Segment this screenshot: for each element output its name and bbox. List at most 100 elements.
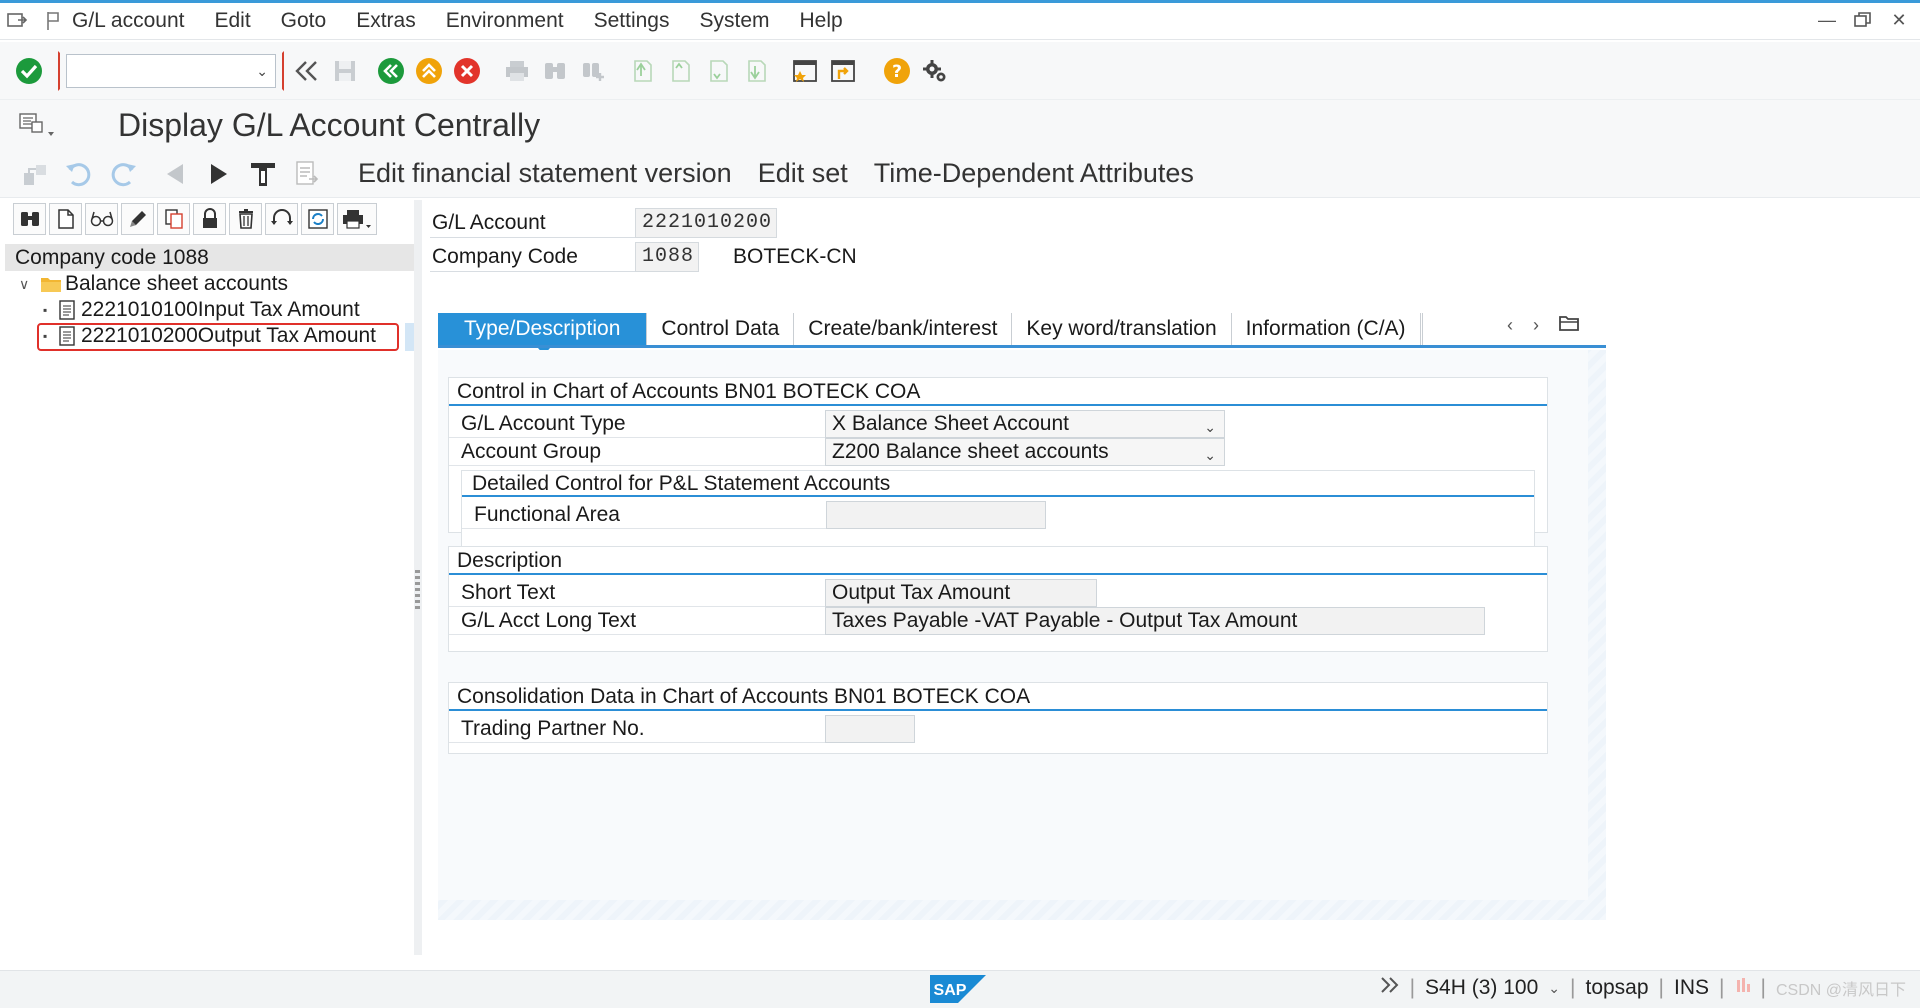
minimize-icon[interactable]: — [1816, 9, 1838, 31]
tree-item-output-tax[interactable]: ▪ 2221010200Output Tax Amount [5, 323, 415, 351]
functional-area-row: Functional Area [462, 501, 1534, 529]
pl-control-subgroup: Detailed Control for P&L Statement Accou… [461, 470, 1535, 558]
account-type-select[interactable]: X Balance Sheet Account ⌄ [825, 410, 1225, 438]
selection-highlight [37, 323, 399, 351]
tab-content-panel: Control in Chart of Accounts BN01 BOTECK… [438, 350, 1588, 900]
gl-account-field[interactable]: 2221010200 [635, 208, 777, 238]
other-object-icon[interactable] [265, 203, 298, 235]
tab-content-area: Control in Chart of Accounts BN01 BOTECK… [438, 350, 1606, 920]
print-menu-icon[interactable] [337, 203, 377, 235]
edit-pencil-icon[interactable] [121, 203, 154, 235]
tab-information-ca[interactable]: Information (C/A) [1231, 313, 1423, 345]
pane-splitter[interactable] [414, 200, 422, 955]
company-code-header: Company code 1088 [5, 244, 414, 271]
cancel-icon[interactable] [450, 54, 484, 88]
short-text-label: Short Text [449, 579, 825, 607]
undo-icon[interactable] [60, 155, 98, 193]
splitter-grip[interactable] [415, 570, 420, 610]
chevron-down-icon[interactable]: ∨ [19, 276, 39, 293]
chevron-right-icon[interactable]: › [1533, 315, 1539, 336]
exit-icon[interactable] [412, 54, 446, 88]
copy-icon[interactable] [157, 203, 190, 235]
menu-system[interactable]: System [699, 9, 769, 33]
tree-item-input-tax[interactable]: ▪ 2221010100Input Tax Amount [5, 297, 414, 323]
lock-icon[interactable] [193, 203, 226, 235]
tree-item-label: 2221010100Input Tax Amount [81, 298, 360, 321]
print-icon[interactable] [500, 54, 534, 88]
menu-goto[interactable]: Goto [281, 9, 327, 33]
previous-page-icon[interactable] [662, 54, 696, 88]
display-glasses-icon[interactable] [85, 203, 118, 235]
tab-navigation: ‹ › [1507, 314, 1579, 337]
document-list-icon[interactable] [288, 155, 326, 193]
gl-account-label: G/L Account [430, 208, 635, 238]
menu-extras[interactable]: Extras [356, 9, 416, 33]
input-mode[interactable]: INS [1674, 976, 1709, 1000]
help-icon[interactable]: ? [880, 54, 914, 88]
chevron-down-icon[interactable]: ⌄ [256, 63, 268, 80]
new-document-icon[interactable] [49, 203, 82, 235]
next-arrow-icon[interactable] [200, 155, 238, 193]
control-group-title: Control in Chart of Accounts BN01 BOTECK… [449, 378, 1547, 406]
where-used-icon[interactable] [244, 155, 282, 193]
consolidation-group: Consolidation Data in Chart of Accounts … [448, 682, 1548, 754]
menu-gl-account[interactable]: G/L account [72, 9, 184, 33]
trading-partner-label: Trading Partner No. [449, 715, 825, 743]
last-page-icon[interactable] [738, 54, 772, 88]
previous-arrow-icon[interactable] [156, 155, 194, 193]
chevron-down-icon[interactable]: ⌄ [1204, 442, 1216, 468]
next-page-icon[interactable] [700, 54, 734, 88]
gl-account-row: G/L Account 2221010200 [430, 208, 777, 238]
new-session-icon[interactable] [788, 54, 822, 88]
tree-folder-balance-sheet[interactable]: ∨ Balance sheet accounts [5, 271, 414, 297]
menu-edit[interactable]: Edit [214, 9, 250, 33]
transaction-menu-icon[interactable] [16, 108, 60, 142]
redo-icon[interactable] [104, 155, 142, 193]
find-next-icon[interactable] [576, 54, 610, 88]
navigation-toolbar [5, 200, 414, 238]
tab-list-icon[interactable] [1559, 314, 1579, 337]
close-icon[interactable]: ✕ [1888, 9, 1910, 31]
menu-help[interactable]: Help [800, 9, 843, 33]
binoculars-icon[interactable] [13, 203, 46, 235]
restore-icon[interactable] [1852, 9, 1874, 31]
back-icon[interactable] [374, 54, 408, 88]
double-chevron-right-icon[interactable] [1380, 976, 1400, 1000]
edit-fs-version-button[interactable]: Edit financial statement version [358, 158, 732, 189]
system-info: S4H (3) 100 [1425, 976, 1539, 999]
command-field[interactable] [66, 53, 276, 88]
long-text-field[interactable]: Taxes Payable -VAT Payable - Output Tax … [825, 607, 1485, 635]
chevron-down-icon[interactable]: ⌄ [1204, 414, 1216, 440]
delete-icon[interactable] [229, 203, 262, 235]
tab-control-data[interactable]: Control Data [647, 313, 795, 345]
account-group-select[interactable]: Z200 Balance sheet accounts ⌄ [825, 438, 1225, 466]
refresh-icon[interactable] [301, 203, 334, 235]
gear-icon[interactable] [918, 54, 952, 88]
menu-settings[interactable]: Settings [594, 9, 670, 33]
document-icon [55, 299, 79, 321]
first-page-icon[interactable] [624, 54, 658, 88]
account-group-value: Z200 Balance sheet accounts [832, 440, 1109, 463]
time-dependent-attributes-button[interactable]: Time-Dependent Attributes [874, 158, 1194, 189]
short-text-field[interactable]: Output Tax Amount [825, 579, 1097, 607]
edit-set-button[interactable]: Edit set [758, 158, 848, 189]
menu-icon[interactable] [0, 3, 36, 39]
hierarchy-icon[interactable] [16, 155, 54, 193]
functional-area-field[interactable] [826, 501, 1046, 529]
tab-type-description[interactable]: Type/Description [438, 313, 648, 355]
enter-check-icon[interactable] [12, 54, 46, 88]
shortcut-icon[interactable] [826, 54, 860, 88]
chevron-left-icon[interactable]: ‹ [1507, 315, 1513, 336]
save-icon[interactable] [328, 54, 362, 88]
tab-create-bank-interest[interactable]: Create/bank/interest [794, 313, 1013, 345]
flag-icon[interactable] [36, 3, 72, 39]
tab-key-word-translation[interactable]: Key word/translation [1012, 313, 1232, 345]
menu-bar: G/L account Edit Goto Extras Environment… [0, 0, 1920, 40]
company-code-field[interactable]: 1088 [635, 242, 699, 272]
menu-environment[interactable]: Environment [446, 9, 564, 33]
find-icon[interactable] [538, 54, 572, 88]
trading-partner-field[interactable] [825, 715, 915, 743]
status-bar: SAP | S4H (3) 100 ⌄ | topsap | INS | | C… [0, 970, 1920, 1008]
chevron-down-icon[interactable]: ⌄ [1548, 980, 1560, 997]
double-chevron-left-icon[interactable] [290, 54, 324, 88]
